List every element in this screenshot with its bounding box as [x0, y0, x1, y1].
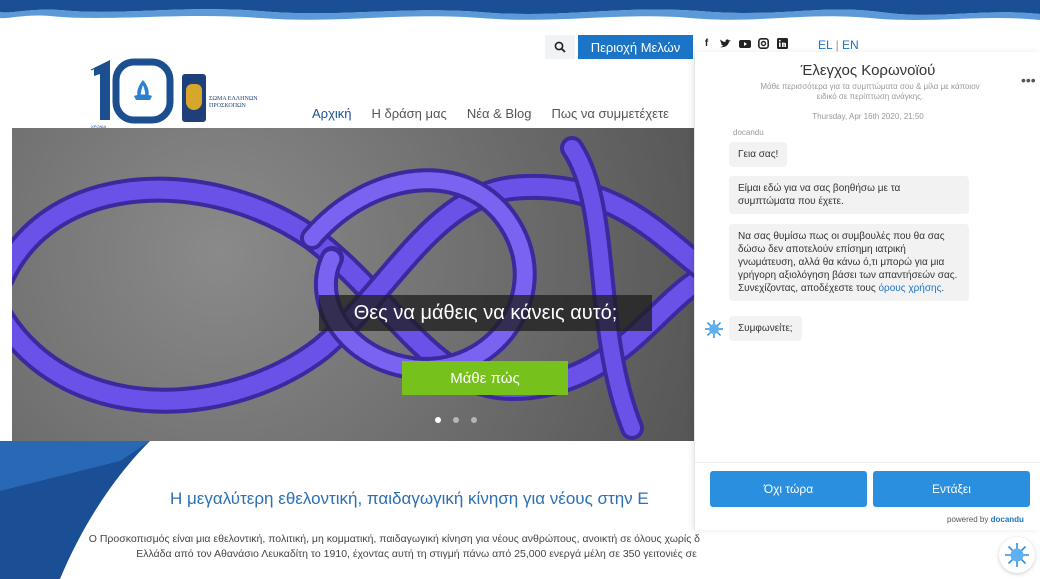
twitter-icon[interactable]: [719, 37, 732, 50]
lang-en-link[interactable]: EN: [842, 38, 859, 52]
social-links: f: [700, 37, 789, 50]
search-icon: [554, 41, 566, 53]
slider-dot[interactable]: [435, 417, 441, 423]
bot-name: docandu: [733, 128, 764, 137]
chat-timestamp: Thursday, Apr 16th 2020, 21:50: [812, 112, 924, 121]
terms-link[interactable]: όρους χρήσης: [878, 283, 941, 294]
scouts-crest-icon: [182, 74, 206, 122]
lang-separator: |: [835, 38, 839, 52]
more-options-icon[interactable]: •••: [1021, 72, 1036, 88]
chat-message: Γεια σας!: [729, 142, 788, 167]
not-now-button[interactable]: Όχι τώρα: [710, 471, 867, 507]
slider-dots: [435, 417, 477, 423]
section-description: Ο Προσκοπισμός είναι μια εθελοντική, πολ…: [88, 533, 700, 560]
chat-title: Έλεγχος Κορωνοϊού: [800, 62, 936, 79]
slider-dot[interactable]: [471, 417, 477, 423]
powered-by: powered by docandu: [947, 515, 1024, 524]
linkedin-icon[interactable]: [776, 37, 789, 50]
learn-how-button[interactable]: Μάθε πώς: [402, 361, 568, 395]
chat-message: Συμφωνείτε;: [729, 316, 802, 341]
search-button[interactable]: [545, 35, 575, 59]
powered-by-label: powered by: [947, 515, 989, 524]
chat-widget: Έλεγχος Κορωνοϊού Μάθε περισσότερα για τ…: [694, 52, 1040, 530]
terms-period: .: [941, 283, 945, 294]
members-area-button[interactable]: Περιοχή Μελών: [578, 35, 693, 59]
bot-avatar-icon: [705, 320, 723, 338]
youtube-icon[interactable]: [738, 37, 751, 50]
facebook-icon[interactable]: f: [700, 37, 713, 50]
language-switcher: EL | EN: [818, 38, 859, 52]
chat-launcher-button[interactable]: [999, 537, 1035, 573]
main-nav: Αρχική Η δράση μας Νέα & Blog Πως να συμ…: [312, 106, 689, 121]
nav-item-participate[interactable]: Πως να συμμετέχετε: [551, 106, 668, 121]
section-tagline: Η μεγαλύτερη εθελοντική, παιδαγωγική κίν…: [170, 489, 649, 508]
nav-item-news-blog[interactable]: Νέα & Blog: [467, 106, 532, 121]
chat-footer: Όχι τώρα Εντάξει powered by docandu: [695, 462, 1040, 530]
chat-launcher-icon: [1005, 543, 1029, 567]
slider-dot[interactable]: [453, 417, 459, 423]
hero-slider: Θες να μάθεις να κάνεις αυτό; Μάθε πώς: [12, 128, 702, 441]
org-name: ΣΩΜΑ ΕΛΛΗΝΩΝ ΠΡΟΣΚΟΠΩΝ: [209, 96, 258, 109]
ok-button[interactable]: Εντάξει: [873, 471, 1030, 507]
lang-el-link[interactable]: EL: [818, 38, 832, 52]
hero-caption: Θες να μάθεις να κάνεις αυτό;: [319, 295, 652, 331]
top-banner-band: [0, 0, 1040, 30]
instagram-icon[interactable]: [757, 37, 770, 50]
intro-section: Η μεγαλύτερη εθελοντική, παιδαγωγική κίν…: [0, 441, 700, 579]
nav-item-activities[interactable]: Η δράση μας: [372, 106, 447, 121]
nav-item-home[interactable]: Αρχική: [312, 106, 352, 121]
chat-header: Έλεγχος Κορωνοϊού Μάθε περισσότερα για τ…: [695, 52, 1040, 114]
chat-message: Είμαι εδώ για να σας βοηθήσω με τα συμπτ…: [729, 176, 969, 214]
chat-message: Να σας θυμίσω πως οι συμβουλές που θα σα…: [729, 224, 969, 301]
powered-by-brand[interactable]: docandu: [991, 515, 1024, 524]
rope-knot-image: [12, 136, 702, 440]
chat-subtitle: Μάθε περισσότερα για τα συμπτώματα σου &…: [760, 82, 980, 101]
anniversary-logo: ΧΡΟΝΙΑ ΠΡΟΣΚΟΠΙΣΜΟΥ 1910 - 2020: [88, 58, 174, 139]
